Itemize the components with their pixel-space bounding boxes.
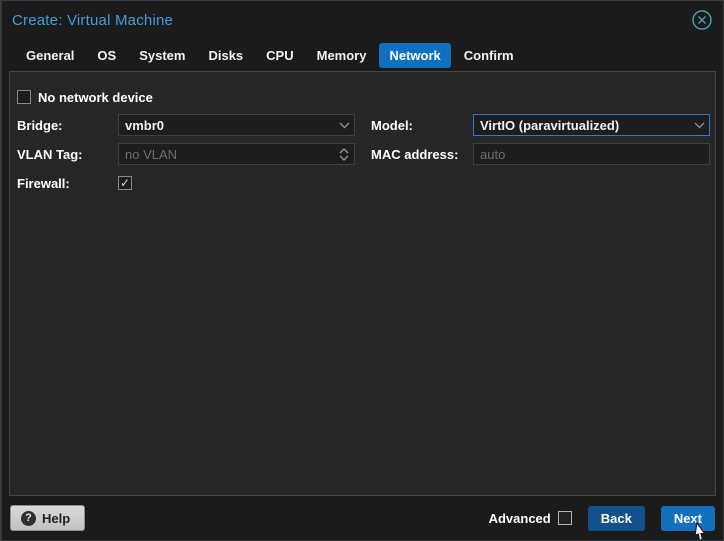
dialog-footer: ? Help Advanced Back Next [2, 496, 723, 540]
chevron-down-icon[interactable] [334, 115, 354, 135]
close-icon[interactable] [691, 9, 713, 31]
back-button[interactable]: Back [588, 506, 645, 531]
mac-address-label: MAC address: [355, 147, 473, 162]
model-label: Model: [355, 118, 473, 133]
bridge-combobox[interactable] [118, 114, 355, 136]
tab-network[interactable]: Network [379, 43, 450, 68]
help-button[interactable]: ? Help [10, 505, 85, 531]
dialog-titlebar: Create: Virtual Machine [2, 1, 723, 39]
advanced-checkbox[interactable] [558, 511, 572, 525]
create-vm-dialog: Create: Virtual Machine General OS Syste… [0, 0, 724, 541]
mac-address-input[interactable] [474, 147, 709, 162]
chevron-down-icon[interactable] [689, 115, 709, 135]
help-button-label: Help [42, 511, 70, 526]
tab-confirm[interactable]: Confirm [454, 43, 524, 68]
tab-os[interactable]: OS [87, 43, 126, 68]
no-network-device-row: No network device [17, 86, 715, 108]
mac-address-field[interactable] [473, 143, 710, 165]
spinner-icon[interactable] [334, 144, 354, 164]
tab-disks[interactable]: Disks [198, 43, 253, 68]
advanced-label: Advanced [489, 511, 551, 526]
tab-general[interactable]: General [16, 43, 84, 68]
bridge-label: Bridge: [17, 118, 118, 133]
network-tab-panel: No network device Bridge: Model: VLAN Ta… [9, 71, 716, 496]
firewall-label: Firewall: [17, 176, 118, 191]
model-combobox[interactable] [473, 114, 710, 136]
no-network-device-label: No network device [38, 90, 153, 105]
vlan-tag-input[interactable] [119, 147, 334, 162]
next-button[interactable]: Next [661, 506, 715, 531]
firewall-checkbox[interactable]: ✓ [118, 176, 132, 190]
wizard-tabbar: General OS System Disks CPU Memory Netwo… [2, 39, 723, 71]
no-network-device-checkbox[interactable] [17, 90, 31, 104]
help-icon: ? [21, 511, 36, 526]
firewall-cell: ✓ [118, 174, 355, 192]
model-input[interactable] [474, 118, 689, 133]
vlan-tag-label: VLAN Tag: [17, 147, 118, 162]
footer-actions: Advanced Back Next [489, 506, 715, 531]
tab-system[interactable]: System [129, 43, 195, 68]
vlan-tag-spinner[interactable] [118, 143, 355, 165]
tab-cpu[interactable]: CPU [256, 43, 303, 68]
network-form: Bridge: Model: VLAN Tag: [17, 114, 715, 194]
bridge-input[interactable] [119, 118, 334, 133]
dialog-title: Create: Virtual Machine [12, 12, 173, 29]
tab-memory[interactable]: Memory [307, 43, 377, 68]
